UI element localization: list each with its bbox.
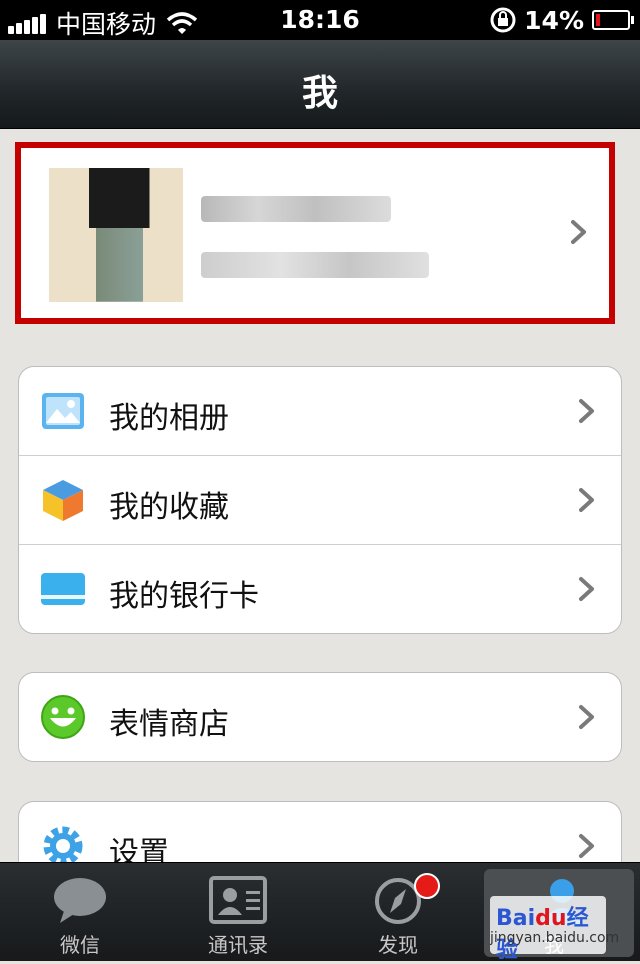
chevron-right-icon xyxy=(579,705,594,729)
chat-bubble-icon xyxy=(54,878,106,923)
chevron-right-icon xyxy=(579,834,594,858)
bank-card-icon xyxy=(41,573,85,605)
navigation-bar: 我 xyxy=(0,40,640,129)
battery-percentage: 14% xyxy=(524,5,584,35)
battery-icon xyxy=(592,10,634,30)
status-bar: 中国移动 18:16 14% xyxy=(0,0,640,40)
status-right: 14% xyxy=(488,5,634,35)
chevron-right-icon xyxy=(571,220,586,244)
menu-item-bank-card[interactable]: 我的银行卡 xyxy=(19,545,621,633)
chevron-right-icon xyxy=(579,577,594,601)
photo-album-icon xyxy=(42,393,84,429)
menu-item-favorites[interactable]: 我的收藏 xyxy=(19,456,621,545)
menu-item-album[interactable]: 我的相册 xyxy=(19,367,621,456)
smiley-face-icon xyxy=(41,695,85,739)
profile-card[interactable] xyxy=(15,142,615,324)
watermark-url: jingyan.baidu.com xyxy=(490,930,620,946)
menu-item-sticker-store[interactable]: 表情商店 xyxy=(19,673,621,761)
menu-item-label: 表情商店 xyxy=(109,707,229,742)
contacts-card-icon xyxy=(209,876,267,924)
tab-label: 微信 xyxy=(60,933,100,957)
menu-item-label: 我的银行卡 xyxy=(109,579,259,614)
tab-discover[interactable]: 发现 xyxy=(318,863,478,961)
chevron-right-icon xyxy=(579,399,594,423)
battery-fill xyxy=(596,14,600,26)
tab-label: 通讯录 xyxy=(208,933,268,957)
menu-item-label: 我的相册 xyxy=(109,401,229,436)
tab-contacts[interactable]: 通讯录 xyxy=(158,863,318,961)
menu-group-stickers: 表情商店 xyxy=(18,672,622,762)
tab-chats[interactable]: 微信 xyxy=(0,863,160,961)
wechat-id-blurred xyxy=(201,252,429,278)
page-title: 我 xyxy=(301,73,338,114)
tab-label: 发现 xyxy=(378,933,418,957)
notification-badge xyxy=(414,873,440,899)
menu-item-label: 我的收藏 xyxy=(109,490,229,525)
chevron-right-icon xyxy=(579,488,594,512)
favorites-cube-icon xyxy=(43,480,83,521)
menu-group-personal: 我的相册 我的收藏 我的银行卡 xyxy=(18,366,622,634)
nickname-blurred xyxy=(201,196,391,222)
rotation-lock-icon xyxy=(490,7,516,33)
baidu-watermark: Baidu经验 jingyan.baidu.com xyxy=(490,896,620,963)
avatar xyxy=(49,168,183,302)
